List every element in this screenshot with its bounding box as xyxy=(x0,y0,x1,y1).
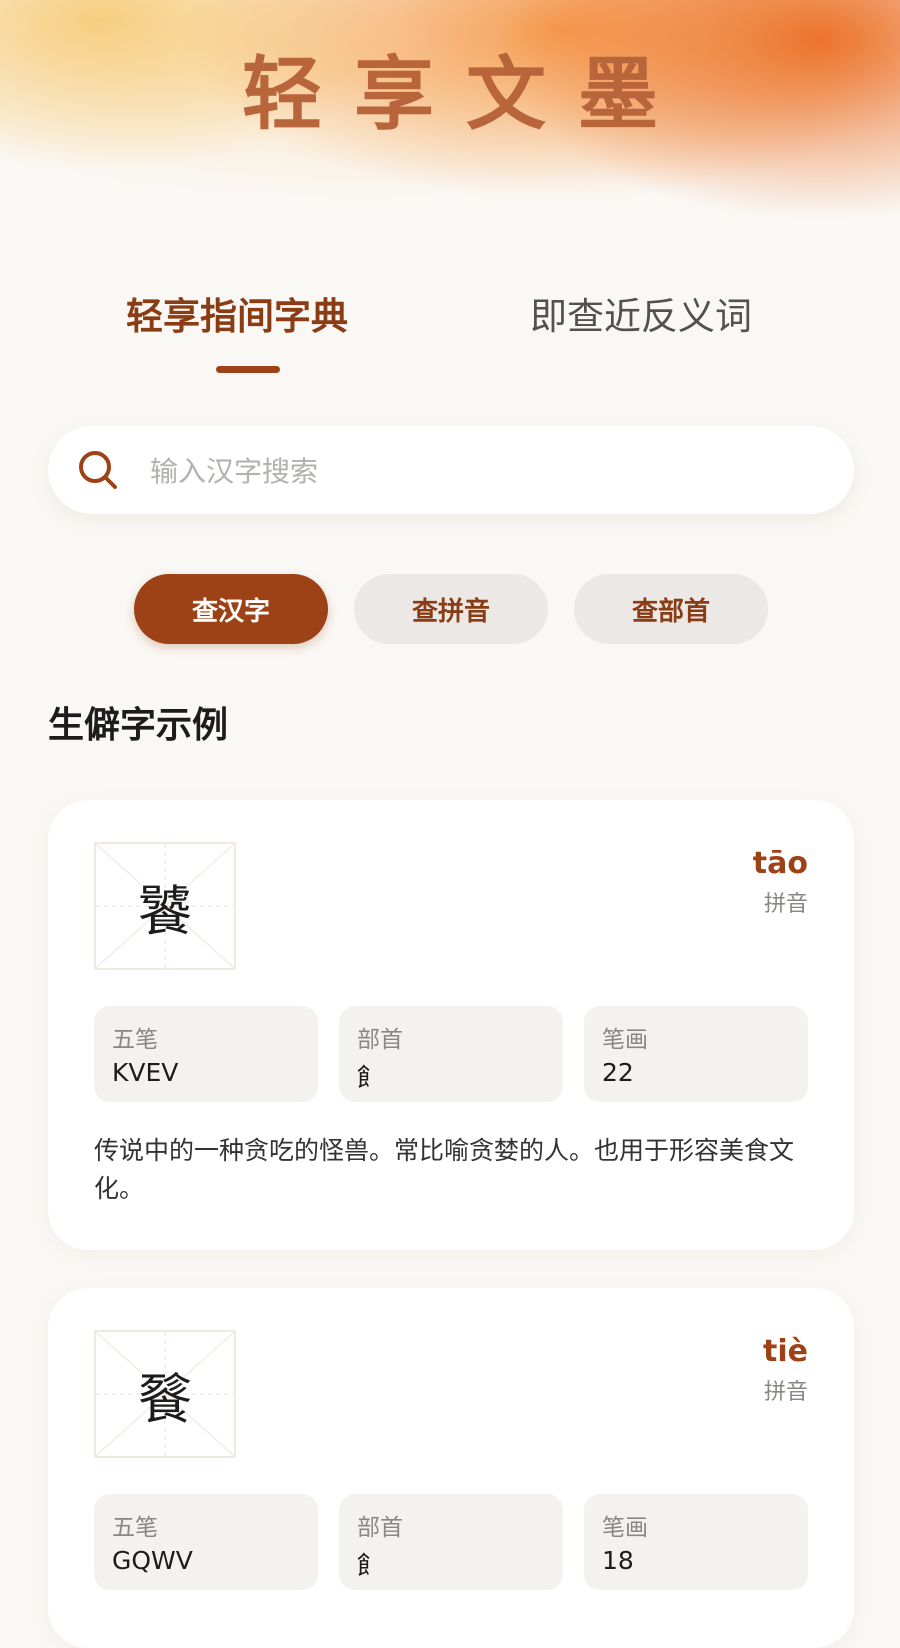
pinyin-value: tāo xyxy=(752,846,808,881)
radical-box: 部首 飠 xyxy=(339,1494,563,1590)
active-tab-indicator xyxy=(216,366,280,373)
character-grid: 餮 xyxy=(94,1330,236,1458)
character-card[interactable]: 餮 tiè 拼音 五笔 GQWV 部首 飠 笔画 18 xyxy=(48,1288,854,1648)
radical-value: 飠 xyxy=(357,1551,383,1580)
radical-value: 飠 xyxy=(357,1063,383,1092)
filter-by-pinyin-button[interactable]: 查拼音 xyxy=(354,574,548,644)
character-card[interactable]: 饕 tāo 拼音 五笔 KVEV 部首 飠 笔画 22 传说中的一种贪吃的怪兽。… xyxy=(48,800,854,1250)
radical-label: 部首 xyxy=(357,1027,403,1053)
character: 餮 xyxy=(138,1367,192,1431)
search-icon[interactable] xyxy=(76,448,120,492)
wubi-box: 五笔 GQWV xyxy=(94,1494,318,1590)
wubi-value: KVEV xyxy=(112,1058,179,1087)
strokes-label: 笔画 xyxy=(602,1027,648,1053)
wubi-box: 五笔 KVEV xyxy=(94,1006,318,1102)
filter-by-radical-button[interactable]: 查部首 xyxy=(574,574,768,644)
radical-box: 部首 飠 xyxy=(339,1006,563,1102)
search-bar[interactable] xyxy=(48,426,854,516)
strokes-value: 18 xyxy=(602,1546,634,1575)
character-description: 传说中的一种贪吃的怪兽。常比喻贪婪的人。也用于形容美食文化。 xyxy=(94,1136,795,1203)
character-grid: 饕 xyxy=(94,842,236,970)
filter-by-character-button[interactable]: 查汉字 xyxy=(134,574,328,644)
strokes-box: 笔画 18 xyxy=(584,1494,808,1590)
section-title: 生僻字示例 xyxy=(48,705,229,746)
strokes-box: 笔画 22 xyxy=(584,1006,808,1102)
strokes-value: 22 xyxy=(602,1058,634,1087)
pinyin-label: 拼音 xyxy=(763,1380,808,1405)
wubi-value: GQWV xyxy=(112,1546,193,1575)
app-title: 轻享文墨 xyxy=(242,47,690,141)
pinyin-label: 拼音 xyxy=(763,892,808,917)
tab-dictionary[interactable]: 轻享指间字典 xyxy=(126,286,370,340)
tab-synonyms-antonyms[interactable]: 即查近反义词 xyxy=(530,286,774,340)
wubi-label: 五笔 xyxy=(112,1027,158,1053)
pinyin-value: tiè xyxy=(763,1334,808,1369)
wubi-label: 五笔 xyxy=(112,1515,158,1541)
strokes-label: 笔画 xyxy=(602,1515,648,1541)
radical-label: 部首 xyxy=(357,1515,403,1541)
search-input[interactable] xyxy=(148,426,812,516)
character: 饕 xyxy=(138,879,192,943)
